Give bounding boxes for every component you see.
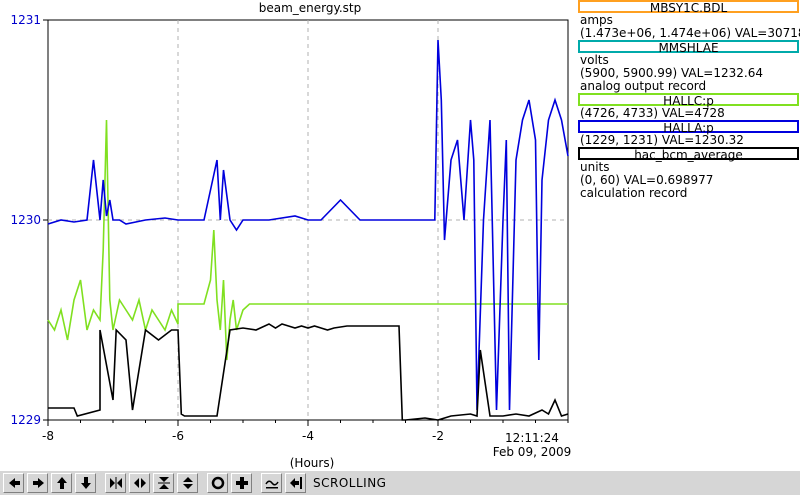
x-tick-label: -8 — [42, 429, 54, 443]
legend-item[interactable]: MBSY1C.BDL amps (1.473e+06, 1.474e+06) VAL… — [576, 0, 800, 40]
scroll-mode-icon — [289, 477, 302, 489]
legend-item-name[interactable]: HALLA:p — [578, 120, 799, 134]
auto-scale-button[interactable] — [207, 473, 228, 493]
pan-down-button[interactable] — [75, 473, 96, 493]
y-axis: 1231 1230 1229 — [10, 13, 48, 427]
zoom-in-x-icon — [109, 477, 122, 489]
scroll-mode-button[interactable] — [285, 473, 306, 493]
zoom-out-y-icon — [182, 477, 193, 489]
zoom-out-x-icon — [133, 478, 146, 488]
legend-item[interactable]: HALLA:p (1229, 1231) VAL=1230.32 — [576, 120, 800, 147]
legend-item-name[interactable]: HALLC:p — [578, 93, 799, 107]
y-tick-label: 1230 — [10, 213, 41, 227]
x-tick-label: -6 — [172, 429, 184, 443]
status-label: SCROLLING — [313, 476, 387, 490]
legend-item[interactable]: HALLC:p (4726, 4733) VAL=4728 — [576, 93, 800, 120]
zoom-in-y-icon — [157, 477, 170, 489]
zoom-plus-icon — [235, 477, 248, 489]
chart-title: beam_energy.stp — [259, 1, 362, 15]
legend-item-detail: (1.473e+06, 1.474e+06) VAL=307182 — [580, 26, 800, 40]
zoom-in-y-button[interactable] — [153, 473, 174, 493]
toolbar: SCROLLING — [0, 470, 800, 495]
legend-item-detail: calculation record — [580, 186, 688, 200]
y-tick-label: 1229 — [10, 413, 41, 427]
pan-left-button[interactable] — [3, 473, 24, 493]
x-tick-label: -2 — [432, 429, 444, 443]
legend-item-name[interactable]: MMSHLAE — [578, 40, 799, 54]
x-tick-label: -4 — [302, 429, 314, 443]
time-label: 12:11:24 — [505, 431, 559, 445]
legend-item-detail: (4726, 4733) VAL=4728 — [580, 106, 725, 120]
auto-scale-icon — [211, 476, 224, 490]
pan-up-icon — [56, 477, 67, 489]
legend-item-detail: analog output record — [580, 79, 707, 93]
plot-area[interactable]: beam_energy.stp 1231 1230 1229 -8 -6 -4 -2 (H… — [0, 0, 575, 470]
legend-item-name[interactable]: MBSY1C.BDL — [578, 0, 799, 14]
date-label: Feb 09, 2009 — [493, 445, 572, 459]
zoom-plus-button[interactable] — [231, 473, 252, 493]
legend-panel: MBSY1C.BDL amps (1.473e+06, 1.474e+06) VAL… — [576, 0, 800, 470]
zoom-out-y-button[interactable] — [177, 473, 198, 493]
pan-right-button[interactable] — [27, 473, 48, 493]
pan-down-icon — [80, 477, 91, 489]
legend-item-name[interactable]: hac_bcm_average — [578, 147, 799, 161]
legend-item[interactable]: MMSHLAE volts (5900, 5900.99) VAL=1232.64 a… — [576, 40, 800, 93]
stagger-button[interactable] — [261, 473, 282, 493]
x-axis: -8 -6 -4 -2 — [42, 420, 569, 443]
legend-item[interactable]: hac_bcm_average units (0, 60) VAL=0.698977… — [576, 147, 800, 200]
pan-left-icon — [8, 478, 20, 488]
x-axis-label: (Hours) — [290, 456, 335, 470]
strip-tool-window: beam_energy.stp 1231 1230 1229 -8 -6 -4 -2 (H… — [0, 0, 800, 495]
zoom-in-x-button[interactable] — [105, 473, 126, 493]
pan-up-button[interactable] — [51, 473, 72, 493]
pan-right-icon — [32, 478, 44, 488]
stagger-icon — [264, 480, 279, 489]
zoom-out-x-button[interactable] — [129, 473, 150, 493]
y-tick-label: 1231 — [10, 13, 41, 27]
legend-item-detail: (1229, 1231) VAL=1230.32 — [580, 133, 744, 147]
